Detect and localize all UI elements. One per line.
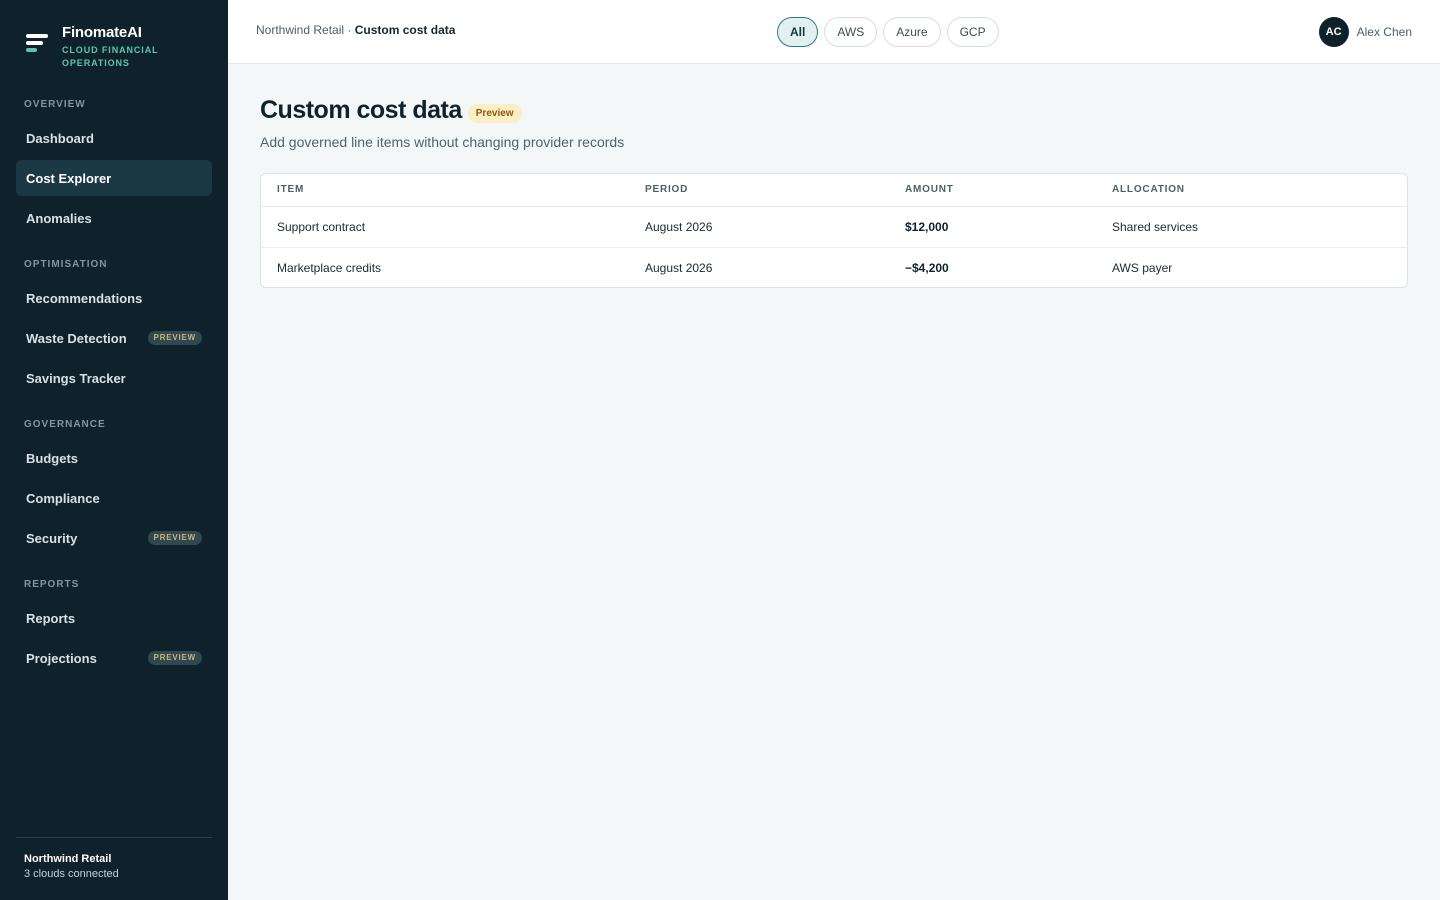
page-subtitle: Add governed line items without changing… bbox=[260, 134, 625, 150]
sidebar-item-reports[interactable]: Reports bbox=[16, 600, 212, 636]
page-title: Custom cost data bbox=[260, 96, 462, 124]
cell-period: August 2026 bbox=[629, 246, 889, 287]
sidebar-item-label: Cost Explorer bbox=[26, 170, 112, 186]
filter-all[interactable]: All bbox=[777, 17, 819, 47]
preview-badge: PREVIEW bbox=[147, 331, 202, 345]
sidebar-item-waste-detection[interactable]: Waste Detection PREVIEW bbox=[16, 320, 212, 356]
brand-name: FinomateAI bbox=[62, 24, 142, 41]
sidebar-item-label: Projections bbox=[26, 650, 97, 666]
sidebar-item-label: Recommendations bbox=[26, 290, 143, 306]
status-badge: Preview bbox=[467, 104, 522, 123]
nav-section-reports: REPORTS bbox=[24, 579, 80, 590]
filter-azure[interactable]: Azure bbox=[883, 17, 941, 47]
user-menu[interactable]: AC Alex Chen bbox=[1318, 17, 1412, 47]
brand-tagline: CLOUD FINANCIAL OPERATIONS bbox=[62, 45, 159, 68]
sidebar-item-label: Dashboard bbox=[26, 130, 94, 146]
table-header-row: ITEM PERIOD AMOUNT ALLOCATION bbox=[261, 174, 1407, 207]
avatar: AC bbox=[1318, 17, 1349, 47]
nav-section-optimisation: OPTIMISATION bbox=[24, 259, 108, 270]
sidebar-item-anomalies[interactable]: Anomalies bbox=[16, 200, 212, 236]
table-row[interactable]: Support contract August 2026 $12,000 Sha… bbox=[261, 206, 1407, 247]
filter-aws[interactable]: AWS bbox=[824, 17, 878, 47]
sidebar-item-label: Reports bbox=[26, 610, 76, 626]
breadcrumb-parent[interactable]: Northwind Retail bbox=[256, 23, 344, 37]
org-name: Northwind Retail bbox=[24, 853, 112, 865]
cell-item: Support contract bbox=[277, 219, 366, 234]
cell-item: Marketplace credits bbox=[261, 246, 629, 287]
sidebar-item-label: Compliance bbox=[26, 490, 100, 506]
cell-allocation: AWS payer bbox=[1096, 246, 1407, 287]
breadcrumb: Northwind Retail · Custom cost data bbox=[256, 23, 455, 37]
brand[interactable]: FinomateAI CLOUD FINANCIAL OPERATIONS bbox=[26, 24, 162, 70]
column-header-period[interactable]: PERIOD bbox=[629, 174, 889, 207]
sidebar-item-projections[interactable]: Projections PREVIEW bbox=[16, 640, 212, 676]
sidebar-item-label: Waste Detection bbox=[26, 330, 127, 346]
sidebar: FinomateAI CLOUD FINANCIAL OPERATIONS OV… bbox=[0, 0, 228, 900]
preview-badge: PREVIEW bbox=[147, 531, 202, 545]
sidebar-item-label: Anomalies bbox=[26, 210, 92, 226]
breadcrumb-separator: · bbox=[347, 23, 352, 37]
column-header-amount[interactable]: AMOUNT bbox=[889, 174, 1096, 207]
sidebar-item-label: Budgets bbox=[26, 450, 78, 466]
page-header: Custom cost data Preview bbox=[260, 96, 522, 125]
org-footer[interactable]: Northwind Retail 3 clouds connected bbox=[16, 837, 212, 882]
top-bar: Northwind Retail · Custom cost data All … bbox=[228, 0, 1440, 64]
sidebar-item-savings-tracker[interactable]: Savings Tracker bbox=[16, 360, 212, 396]
sidebar-item-label: Savings Tracker bbox=[26, 370, 126, 386]
finomate-logo-icon bbox=[26, 34, 50, 60]
sidebar-item-budgets[interactable]: Budgets bbox=[16, 440, 212, 476]
sidebar-item-security[interactable]: Security PREVIEW bbox=[16, 520, 212, 556]
sidebar-item-compliance[interactable]: Compliance bbox=[16, 480, 212, 516]
table-row[interactable]: Marketplace credits August 2026 −$4,200 … bbox=[261, 246, 1407, 287]
custom-cost-table: ITEM PERIOD AMOUNT ALLOCATION Support co… bbox=[260, 173, 1408, 288]
nav-section-overview: OVERVIEW bbox=[24, 99, 86, 110]
preview-badge: PREVIEW bbox=[147, 651, 202, 665]
breadcrumb-current: Custom cost data bbox=[354, 23, 456, 37]
column-header-allocation[interactable]: ALLOCATION bbox=[1096, 174, 1407, 207]
user-name: Alex Chen bbox=[1356, 25, 1412, 39]
filter-gcp[interactable]: GCP bbox=[946, 17, 999, 47]
nav-section-governance: GOVERNANCE bbox=[24, 419, 106, 430]
sidebar-item-cost-explorer[interactable]: Cost Explorer bbox=[16, 160, 212, 196]
cell-amount: $12,000 bbox=[905, 219, 949, 234]
cloud-filter-group: All AWS Azure GCP bbox=[777, 17, 999, 47]
sidebar-item-label: Security bbox=[26, 530, 78, 546]
cell-allocation: Shared services bbox=[1112, 219, 1199, 234]
sidebar-item-dashboard[interactable]: Dashboard bbox=[16, 120, 212, 156]
cell-amount: −$4,200 bbox=[889, 246, 1096, 287]
column-header-item[interactable]: ITEM bbox=[261, 174, 629, 207]
cell-period: August 2026 bbox=[645, 219, 713, 234]
org-status: 3 clouds connected bbox=[24, 868, 119, 880]
sidebar-item-recommendations[interactable]: Recommendations bbox=[16, 280, 212, 316]
